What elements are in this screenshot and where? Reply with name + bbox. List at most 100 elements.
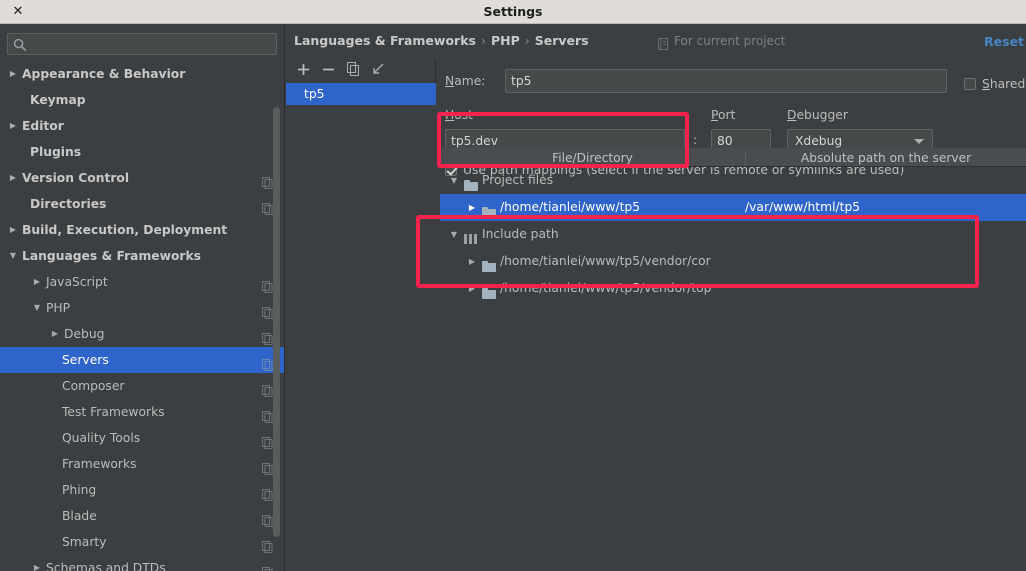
sidebar-search[interactable] <box>7 33 277 55</box>
chevron-right-icon[interactable]: ▶ <box>6 113 20 139</box>
breadcrumb-bar: Languages & Frameworks › PHP › Servers For c… <box>286 25 1026 59</box>
sidebar-item-label: Appearance & Behavior <box>22 67 186 81</box>
copy-settings-icon <box>262 458 273 475</box>
copy-settings-icon <box>262 536 273 553</box>
column-header-server-path[interactable]: Absolute path on the server <box>746 149 1026 167</box>
sidebar-scrollbar-track[interactable] <box>273 65 282 537</box>
sidebar-item-label: Blade <box>62 509 97 523</box>
path-mapping-table-header: File/Directory Absolute path on the serv… <box>440 148 1026 167</box>
chevron-right-icon[interactable]: ▶ <box>466 275 478 302</box>
sidebar-item-test-frameworks[interactable]: Test Frameworks <box>0 399 284 425</box>
sidebar-item-phing[interactable]: Phing <box>0 477 284 503</box>
window-title: Settings <box>483 4 543 19</box>
table-row[interactable]: ▶ /home/tianlei/www/tp5/vendor/cor <box>440 248 1026 275</box>
sidebar-item-php[interactable]: ▼ PHP <box>0 295 284 321</box>
breadcrumb-separator: › <box>480 33 486 48</box>
scope-label: For current project <box>674 34 786 48</box>
sidebar-item-quality-tools[interactable]: Quality Tools <box>0 425 284 451</box>
chevron-down-icon[interactable]: ▼ <box>30 295 44 321</box>
copy-settings-icon <box>262 198 273 215</box>
sidebar-item-version-control[interactable]: ▶ Version Control <box>0 165 284 191</box>
sidebar-item-schemas-and-dtds[interactable]: ▶ Schemas and DTDs <box>0 555 284 571</box>
table-cell-file-directory: /home/tianlei/www/tp5 <box>500 200 641 214</box>
chevron-down-icon[interactable]: ▼ <box>448 221 460 248</box>
sidebar-item-composer[interactable]: Composer <box>0 373 284 399</box>
chevron-down-icon <box>914 139 924 144</box>
sidebar-item-plugins[interactable]: Plugins <box>0 139 284 165</box>
settings-tree: ▶ Appearance & Behavior Keymap ▶ Editor Plugi… <box>0 61 284 571</box>
chevron-right-icon[interactable]: ▶ <box>6 165 20 191</box>
sidebar-item-servers[interactable]: Servers <box>0 347 284 373</box>
name-input[interactable] <box>505 69 947 93</box>
breadcrumb-item-languages-frameworks[interactable]: Languages & Frameworks <box>294 33 476 48</box>
chevron-down-icon[interactable]: ▼ <box>448 167 460 194</box>
folder-icon <box>482 207 496 218</box>
chevron-right-icon[interactable]: ▶ <box>466 248 478 275</box>
search-icon <box>13 37 27 52</box>
table-row[interactable]: ▼ Include path <box>440 221 1026 248</box>
reset-link[interactable]: Reset <box>984 34 1024 49</box>
copy-settings-icon <box>262 432 273 449</box>
search-box[interactable] <box>7 33 277 55</box>
copy-settings-icon <box>262 354 273 371</box>
folder-icon <box>482 261 496 272</box>
chevron-right-icon[interactable]: ▶ <box>6 61 20 87</box>
chevron-right-icon[interactable]: ▶ <box>6 217 20 243</box>
breadcrumb-separator: › <box>524 33 530 48</box>
sidebar-item-javascript[interactable]: ▶ JavaScript <box>0 269 284 295</box>
server-list-item[interactable]: tp5 <box>286 83 436 105</box>
sidebar-item-build-execution-deployment[interactable]: ▶ Build, Execution, Deployment <box>0 217 284 243</box>
copy-settings-icon <box>262 380 273 397</box>
table-cell-file-directory: Include path <box>482 227 559 241</box>
copy-settings-icon <box>262 510 273 527</box>
sidebar-item-appearance-behavior[interactable]: ▶ Appearance & Behavior <box>0 61 284 87</box>
sidebar-item-languages-frameworks[interactable]: ▼ Languages & Frameworks <box>0 243 284 269</box>
include-path-icon <box>464 228 478 244</box>
breadcrumb[interactable]: Languages & Frameworks › PHP › Servers <box>294 33 589 48</box>
table-row[interactable]: ▶ /home/tianlei/www/tp5/var/www/html/tp5 <box>440 194 1026 221</box>
folder-icon <box>482 282 496 299</box>
sidebar-item-directories[interactable]: Directories <box>0 191 284 217</box>
copy-server-icon[interactable] <box>344 62 362 80</box>
sidebar-item-debug[interactable]: ▶ Debug <box>0 321 284 347</box>
sidebar-item-label: Directories <box>30 197 107 211</box>
sidebar-item-label: Composer <box>62 379 125 393</box>
copy-settings-icon <box>262 406 273 423</box>
sidebar-item-label: Build, Execution, Deployment <box>22 223 228 237</box>
table-row[interactable]: ▼ Project files <box>440 167 1026 194</box>
sidebar-item-blade[interactable]: Blade <box>0 503 284 529</box>
column-header-file-directory[interactable]: File/Directory <box>440 149 745 167</box>
debugger-selected-value: Xdebug <box>795 134 843 148</box>
chevron-right-icon[interactable]: ▶ <box>466 194 478 221</box>
sidebar-item-frameworks[interactable]: Frameworks <box>0 451 284 477</box>
window-titlebar: ✕ Settings <box>0 0 1026 24</box>
add-server-button[interactable] <box>294 62 312 80</box>
sidebar-item-label: Servers <box>62 353 109 367</box>
sidebar-item-label: Plugins <box>30 145 82 159</box>
sidebar-item-label: Version Control <box>22 171 130 185</box>
breadcrumb-item-php[interactable]: PHP <box>491 33 520 48</box>
chevron-right-icon[interactable]: ▶ <box>30 555 44 571</box>
table-cell-file-directory: Project files <box>482 173 554 187</box>
shared-checkbox-box[interactable] <box>964 78 976 90</box>
debugger-label: Debugger <box>787 108 848 122</box>
table-cell-file-directory: /home/tianlei/www/tp5/vendor/top <box>500 281 712 295</box>
sidebar-item-editor[interactable]: ▶ Editor <box>0 113 284 139</box>
remove-server-button[interactable] <box>319 62 337 80</box>
settings-window: ✕ Settings ▶ Appearance & Behavior Keymap ▶… <box>0 0 1026 571</box>
sidebar-item-label: Debug <box>64 327 105 341</box>
chevron-right-icon[interactable]: ▶ <box>30 269 44 295</box>
chevron-right-icon[interactable]: ▶ <box>48 321 62 347</box>
table-row[interactable]: ▶ /home/tianlei/www/tp5/vendor/top <box>440 275 1026 302</box>
sidebar-item-keymap[interactable]: Keymap <box>0 87 284 113</box>
breadcrumb-item-servers[interactable]: Servers <box>535 33 589 48</box>
sidebar-scrollbar-thumb[interactable] <box>273 107 280 537</box>
sidebar-item-label: Schemas and DTDs <box>46 561 166 571</box>
copy-settings-icon <box>262 302 273 319</box>
sidebar-item-smarty[interactable]: Smarty <box>0 529 284 555</box>
copy-settings-icon <box>262 484 273 501</box>
chevron-down-icon[interactable]: ▼ <box>6 243 20 269</box>
import-server-icon[interactable] <box>369 62 387 80</box>
shared-checkbox[interactable]: Shared <box>964 73 1025 92</box>
search-input[interactable] <box>32 34 272 54</box>
